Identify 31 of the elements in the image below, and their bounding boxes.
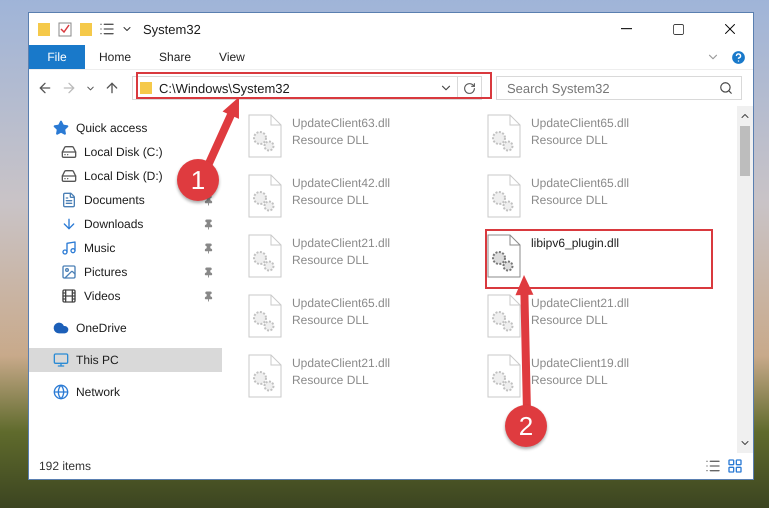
navigation-item[interactable]: Pictures	[29, 260, 136, 284]
file-type: Resource DLL	[292, 253, 370, 267]
file-menu-button[interactable]: File	[29, 45, 85, 69]
ribbon-tab[interactable]: Share	[145, 45, 206, 69]
step-number-callout: 2	[505, 405, 547, 447]
file-type: Resource DLL	[531, 373, 609, 387]
file-type: Resource DLL	[292, 193, 370, 207]
item-count: 192 items	[39, 459, 92, 473]
navigation-item[interactable]: Videos	[29, 284, 128, 308]
navigation-item[interactable]: Network	[29, 380, 222, 404]
file-type: Resource DLL	[292, 313, 370, 327]
search-box[interactable]: Search System32	[496, 76, 742, 100]
file-name[interactable]: libipv6_plugin.dll	[531, 236, 620, 250]
file-type: Resource DLL	[531, 133, 609, 147]
file-type: Resource DLL	[531, 313, 609, 327]
navigation-item[interactable]: OneDrive	[29, 316, 222, 340]
ribbon-tab[interactable]: Home	[85, 45, 146, 69]
navigation-item[interactable]: Documents	[29, 188, 153, 212]
navigation-item[interactable]: This PC	[29, 348, 222, 372]
file-type: Resource DLL	[531, 193, 609, 207]
navigation-item[interactable]: Local Disk (C:)	[29, 140, 171, 164]
step-number-callout: 1	[177, 159, 219, 201]
file-type: Resource DLL	[292, 133, 370, 147]
window-title: System32	[143, 22, 202, 36]
file-type: Resource DLL	[292, 373, 370, 387]
navigation-item[interactable]: Music	[29, 236, 124, 260]
navigation-item[interactable]: Downloads	[29, 212, 152, 236]
navigation-item[interactable]: Quick access	[29, 116, 222, 140]
navigation-item[interactable]: Local Disk (D:)	[29, 164, 171, 188]
ribbon-tab[interactable]: View	[205, 45, 259, 69]
address-field[interactable]: C:\Windows\System32	[132, 76, 458, 100]
